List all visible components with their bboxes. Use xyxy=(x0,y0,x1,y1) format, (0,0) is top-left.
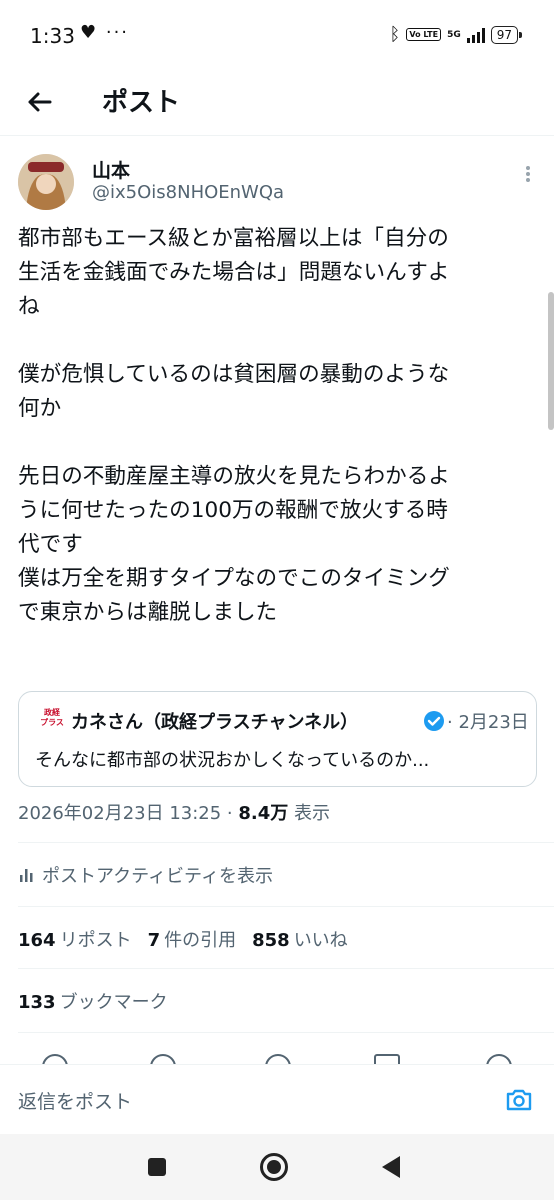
bluetooth-icon: ᛒ xyxy=(389,24,401,45)
quote-avatar: 政経 プラス xyxy=(39,708,65,734)
divider xyxy=(18,906,554,907)
post-paragraph: 僕が危惧しているのは貧困層の暴動のような 何か xyxy=(18,358,542,426)
post-line: 僕は万全を期すタイプなのでこのタイミング xyxy=(18,566,450,591)
bookmarks-count: 133 xyxy=(18,992,56,1013)
quote-author-name: カネさん（政経プラスチャンネル） xyxy=(71,712,359,733)
divider xyxy=(18,1032,554,1033)
volte-badge: Vo LTE xyxy=(406,28,442,41)
post-line: ね xyxy=(18,294,40,319)
likes-count: 858 xyxy=(252,930,290,951)
status-icons: ᛒ Vo LTE 5G 97 xyxy=(389,24,523,45)
quote-logo-text: 政経 プラス xyxy=(40,708,64,727)
quotes-stat[interactable]: 7 件の引用 xyxy=(148,930,237,951)
post-line: 先日の不動産屋主導の放火を見たらわかるよ xyxy=(18,464,450,489)
network-type: 5G xyxy=(447,29,461,40)
bookmarks-label: ブックマーク xyxy=(59,992,168,1013)
notification-icons: ♥ ··· xyxy=(80,22,130,43)
system-nav-bar xyxy=(0,1134,554,1200)
avatar-image xyxy=(18,154,74,210)
home-button[interactable] xyxy=(260,1153,288,1181)
post-line: 代です xyxy=(18,532,83,557)
reposts-stat[interactable]: 164 リポスト xyxy=(18,930,132,951)
post-line: 都市部もエース級とか富裕層以上は「自分の xyxy=(18,226,449,251)
status-bar: 1:33 ♥ ··· ᛒ Vo LTE 5G 97 xyxy=(0,0,554,72)
back-arrow-icon xyxy=(28,92,52,112)
views-count: 8.4万 xyxy=(238,803,289,824)
status-time: 1:33 xyxy=(30,24,75,48)
post-paragraph: 先日の不動産屋主導の放火を見たらわかるよ うに何せたったの100万の報酬で放火す… xyxy=(18,460,542,630)
post-author: 山本 @ix5Ois8NHOEnWQa xyxy=(18,152,538,212)
divider xyxy=(18,842,554,843)
camera-button[interactable] xyxy=(504,1085,534,1115)
post-paragraph: 都市部もエース級とか富裕層以上は「自分の 生活を金銭面でみた場合は」問題ないんす… xyxy=(18,222,542,324)
likes-label: いいね xyxy=(293,930,348,951)
system-back-button[interactable] xyxy=(382,1156,400,1178)
timestamp: 2026年02月23日 13:25 · xyxy=(18,803,239,824)
more-button[interactable] xyxy=(522,164,534,188)
quote-text: そんなに都市部の状況おかしくなっているのか... xyxy=(35,750,430,771)
reposts-label: リポスト xyxy=(59,930,132,951)
post-body: 都市部もエース級とか富裕層以上は「自分の 生活を金銭面でみた場合は」問題ないんす… xyxy=(18,222,542,630)
recents-button[interactable] xyxy=(148,1158,166,1176)
views-label: 表示 xyxy=(288,803,331,824)
back-button[interactable] xyxy=(22,84,58,120)
battery-indicator: 97 xyxy=(490,25,523,44)
quote-date: · 2月23日 xyxy=(447,712,529,733)
post-line: で東京からは離脱しました xyxy=(18,600,278,625)
author-name[interactable]: 山本 xyxy=(92,156,130,183)
post-line: 生活を金銭面でみた場合は」問題ないんすよ xyxy=(18,260,450,285)
scrollbar-thumb[interactable] xyxy=(548,292,554,430)
more-icon xyxy=(522,166,534,182)
author-handle[interactable]: @ix5Ois8NHOEnWQa xyxy=(92,182,284,203)
post-line: 僕が危惧しているのは貧困層の暴動のような xyxy=(18,362,450,387)
post-line: うに何せたったの100万の報酬で放火する時 xyxy=(18,498,448,523)
page-title: ポスト xyxy=(102,88,181,118)
avatar[interactable] xyxy=(18,154,74,210)
likes-stat[interactable]: 858 いいね xyxy=(252,930,348,951)
bookmarks-stat[interactable]: 133 ブックマーク xyxy=(18,988,168,1014)
reposts-count: 164 xyxy=(18,930,56,951)
post-stats: 164 リポスト 7 件の引用 858 いいね xyxy=(18,926,364,952)
post-line: 何か xyxy=(18,396,62,421)
bar-chart-icon xyxy=(20,869,33,882)
reply-input[interactable]: 返信をポスト xyxy=(18,1087,132,1114)
activity-label: ポストアクティビティを表示 xyxy=(42,866,273,887)
post-meta: 2026年02月23日 13:25 · 8.4万 表示 xyxy=(18,799,330,825)
verified-icon xyxy=(423,710,445,732)
quotes-label: 件の引用 xyxy=(164,930,237,951)
post-activity-link[interactable]: ポストアクティビティを表示 xyxy=(18,862,273,888)
signal-icon xyxy=(466,27,485,43)
top-header: ポスト xyxy=(0,72,554,136)
quotes-count: 7 xyxy=(147,930,161,951)
camera-icon xyxy=(506,1089,532,1111)
quoted-post[interactable]: 政経 プラス カネさん（政経プラスチャンネル） · 2月23日 そんなに都市部の… xyxy=(18,691,537,787)
reply-bar: 返信をポスト xyxy=(0,1064,554,1134)
divider xyxy=(18,968,554,969)
